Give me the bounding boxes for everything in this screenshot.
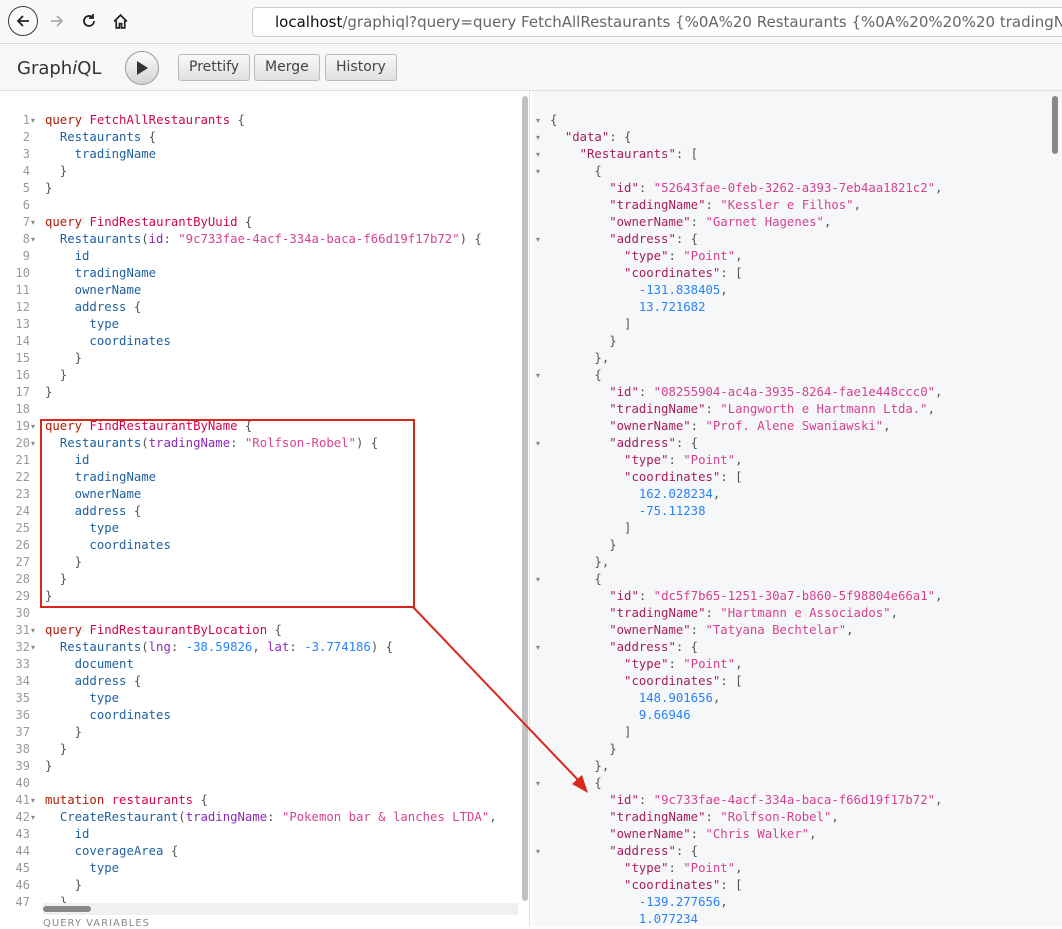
annotation-arrow xyxy=(412,606,588,793)
